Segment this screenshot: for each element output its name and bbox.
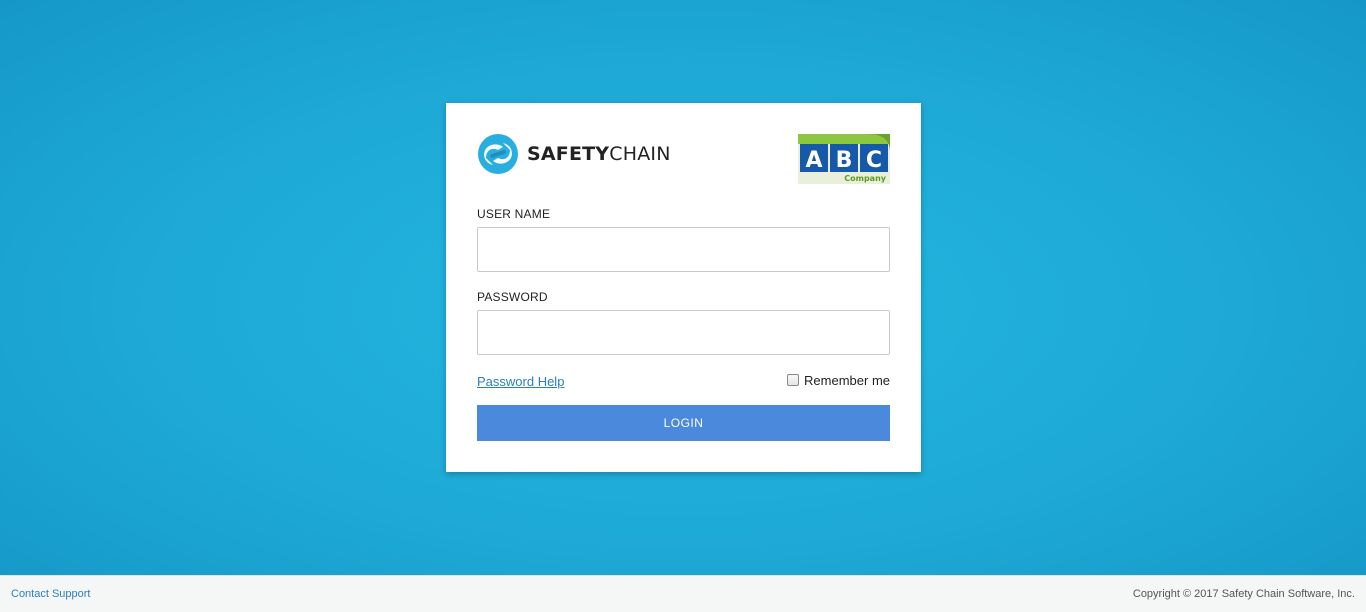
remember-me-label: Remember me bbox=[804, 373, 890, 388]
copyright-text: Copyright © 2017 Safety Chain Software, … bbox=[1132, 588, 1355, 600]
login-card: SAFETYCHAIN A B C Company USER NAME PASS… bbox=[446, 103, 921, 472]
remember-me-checkbox[interactable] bbox=[787, 373, 800, 386]
brand-wordmark: SAFETYCHAIN bbox=[527, 143, 671, 165]
client-logo-subtitle: Company bbox=[844, 174, 887, 183]
client-company-logo: A B C Company bbox=[798, 134, 890, 184]
username-label: USER NAME bbox=[477, 207, 551, 221]
footer: Contact Support Copyright © 2017 Safety … bbox=[0, 575, 1366, 612]
contact-support-link[interactable]: Contact Support bbox=[11, 588, 91, 600]
client-logo-letter-b: B bbox=[836, 148, 853, 173]
client-logo-letter-c: C bbox=[866, 148, 882, 173]
password-input[interactable] bbox=[477, 310, 890, 355]
chain-link-icon bbox=[478, 134, 518, 174]
safetychain-logo: SAFETYCHAIN bbox=[477, 133, 671, 175]
password-help-link[interactable]: Password Help bbox=[477, 374, 564, 389]
client-logo-letter-a: A bbox=[805, 148, 822, 173]
password-label: PASSWORD bbox=[477, 290, 548, 304]
login-button[interactable]: LOGIN bbox=[477, 405, 890, 441]
username-input[interactable] bbox=[477, 227, 890, 272]
remember-me[interactable]: Remember me bbox=[787, 373, 890, 388]
